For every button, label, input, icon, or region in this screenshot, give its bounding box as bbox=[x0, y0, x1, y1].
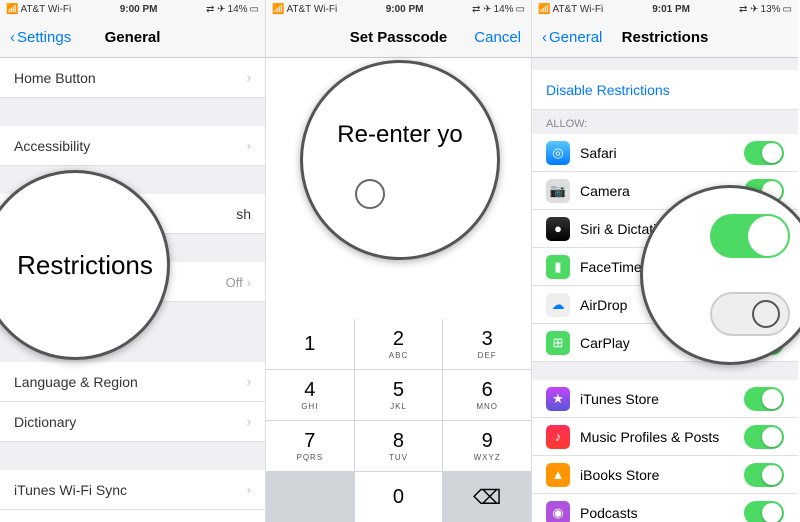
key-backspace[interactable]: ⌫ bbox=[443, 472, 531, 522]
chevron-left-icon: ‹ bbox=[10, 29, 15, 46]
passcode-dot-icon bbox=[355, 179, 385, 209]
safari-icon: ◎ bbox=[546, 141, 570, 165]
status-battery: ⇄ ✈ 13%▭ bbox=[739, 4, 792, 15]
toggle-switch[interactable] bbox=[744, 501, 784, 522]
key-4[interactable]: 4GHI bbox=[266, 370, 354, 420]
music-icon: ♪ bbox=[546, 425, 570, 449]
key-6[interactable]: 6MNO bbox=[443, 370, 531, 420]
key-9[interactable]: 9WXYZ bbox=[443, 421, 531, 471]
status-bar: 📶AT&T Wi-Fi 9:00 PM ⇄ ✈ 14%▭ bbox=[266, 0, 531, 18]
disable-restrictions-link[interactable]: Disable Restrictions bbox=[532, 70, 798, 110]
row-itunes-wifi-sync[interactable]: iTunes Wi-Fi Sync› bbox=[0, 470, 265, 510]
carplay-icon: ⊞ bbox=[546, 331, 570, 355]
key-1[interactable]: 1 bbox=[266, 319, 354, 369]
row-vpn[interactable]: VPNNot Connected bbox=[0, 510, 265, 522]
row-dictionary[interactable]: Dictionary› bbox=[0, 402, 265, 442]
status-bar: 📶AT&T Wi-Fi 9:00 PM ⇄ ✈ 14%▭ bbox=[0, 0, 265, 18]
status-carrier: 📶AT&T Wi-Fi bbox=[272, 4, 337, 15]
magnifier-reenter: Re-enter yo bbox=[300, 60, 500, 260]
app-label: CarPlay bbox=[580, 335, 630, 351]
key-0[interactable]: 0 bbox=[355, 472, 443, 522]
status-bar: 📶AT&T Wi-Fi 9:01 PM ⇄ ✈ 13%▭ bbox=[532, 0, 798, 18]
toggle-off-icon bbox=[710, 292, 790, 336]
back-button[interactable]: ‹Settings bbox=[10, 29, 71, 46]
toggle-switch[interactable] bbox=[744, 141, 784, 165]
nav-title: Restrictions bbox=[622, 29, 709, 46]
status-battery: ⇄ ✈ 14%▭ bbox=[206, 4, 259, 15]
camera-icon: 📷 bbox=[546, 179, 570, 203]
nav-bar: ‹General Restrictions bbox=[532, 18, 798, 58]
toggle-switch[interactable] bbox=[744, 425, 784, 449]
chevron-right-icon: › bbox=[247, 275, 251, 290]
row-home-button[interactable]: Home Button› bbox=[0, 58, 265, 98]
status-time: 9:00 PM bbox=[120, 4, 158, 15]
airdrop-icon: ☁ bbox=[546, 293, 570, 317]
nav-bar: ‹Settings General bbox=[0, 18, 265, 58]
back-button[interactable]: ‹General bbox=[542, 29, 602, 46]
app-row-ibooks-store: ▲ iBooks Store bbox=[532, 456, 798, 494]
toggle-switch[interactable] bbox=[744, 463, 784, 487]
magnifier-text: Re-enter yo bbox=[337, 121, 462, 149]
status-time: 9:01 PM bbox=[652, 4, 690, 15]
key-blank bbox=[266, 472, 354, 522]
app-row-itunes-store: ★ iTunes Store bbox=[532, 380, 798, 418]
chevron-right-icon: › bbox=[247, 138, 251, 153]
app-row-podcasts: ◉ Podcasts bbox=[532, 494, 798, 522]
nav-title: General bbox=[105, 29, 161, 46]
app-row-music-profiles-posts: ♪ Music Profiles & Posts bbox=[532, 418, 798, 456]
ibooks-icon: ▲ bbox=[546, 463, 570, 487]
itunes-icon: ★ bbox=[546, 387, 570, 411]
nav-bar: Set Passcode Cancel bbox=[266, 18, 531, 58]
keypad: 12ABC3DEF 4GHI5JKL6MNO 7PQRS8TUV9WXYZ0⌫ bbox=[266, 319, 531, 522]
app-label: Camera bbox=[580, 183, 630, 199]
siri-icon: ● bbox=[546, 217, 570, 241]
key-7[interactable]: 7PQRS bbox=[266, 421, 354, 471]
chevron-left-icon: ‹ bbox=[542, 29, 547, 46]
app-label: Podcasts bbox=[580, 505, 638, 521]
app-label: iBooks Store bbox=[580, 467, 659, 483]
status-carrier: 📶AT&T Wi-Fi bbox=[6, 4, 71, 15]
status-time: 9:00 PM bbox=[386, 4, 424, 15]
podcasts-icon: ◉ bbox=[546, 501, 570, 522]
status-battery: ⇄ ✈ 14%▭ bbox=[472, 4, 525, 15]
app-label: iTunes Store bbox=[580, 391, 659, 407]
chevron-right-icon: › bbox=[247, 70, 251, 85]
status-carrier: 📶AT&T Wi-Fi bbox=[538, 4, 603, 15]
key-5[interactable]: 5JKL bbox=[355, 370, 443, 420]
magnifier-text: Restrictions bbox=[17, 250, 153, 281]
app-label: AirDrop bbox=[580, 297, 627, 313]
row-language-region[interactable]: Language & Region› bbox=[0, 362, 265, 402]
app-row-safari: ◎ Safari bbox=[532, 134, 798, 172]
toggle-on-icon bbox=[710, 214, 790, 258]
chevron-right-icon: › bbox=[247, 482, 251, 497]
key-2[interactable]: 2ABC bbox=[355, 319, 443, 369]
allow-section-header: ALLOW: bbox=[532, 110, 798, 134]
app-label: Safari bbox=[580, 145, 617, 161]
chevron-right-icon: › bbox=[247, 414, 251, 429]
app-label: Music Profiles & Posts bbox=[580, 429, 719, 445]
row-accessibility[interactable]: Accessibility› bbox=[0, 126, 265, 166]
chevron-right-icon: › bbox=[247, 374, 251, 389]
toggle-switch[interactable] bbox=[744, 387, 784, 411]
app-label: FaceTime bbox=[580, 259, 642, 275]
key-8[interactable]: 8TUV bbox=[355, 421, 443, 471]
nav-title: Set Passcode bbox=[350, 29, 448, 46]
key-3[interactable]: 3DEF bbox=[443, 319, 531, 369]
facetime-icon: ▮ bbox=[546, 255, 570, 279]
cancel-button[interactable]: Cancel bbox=[474, 29, 521, 46]
